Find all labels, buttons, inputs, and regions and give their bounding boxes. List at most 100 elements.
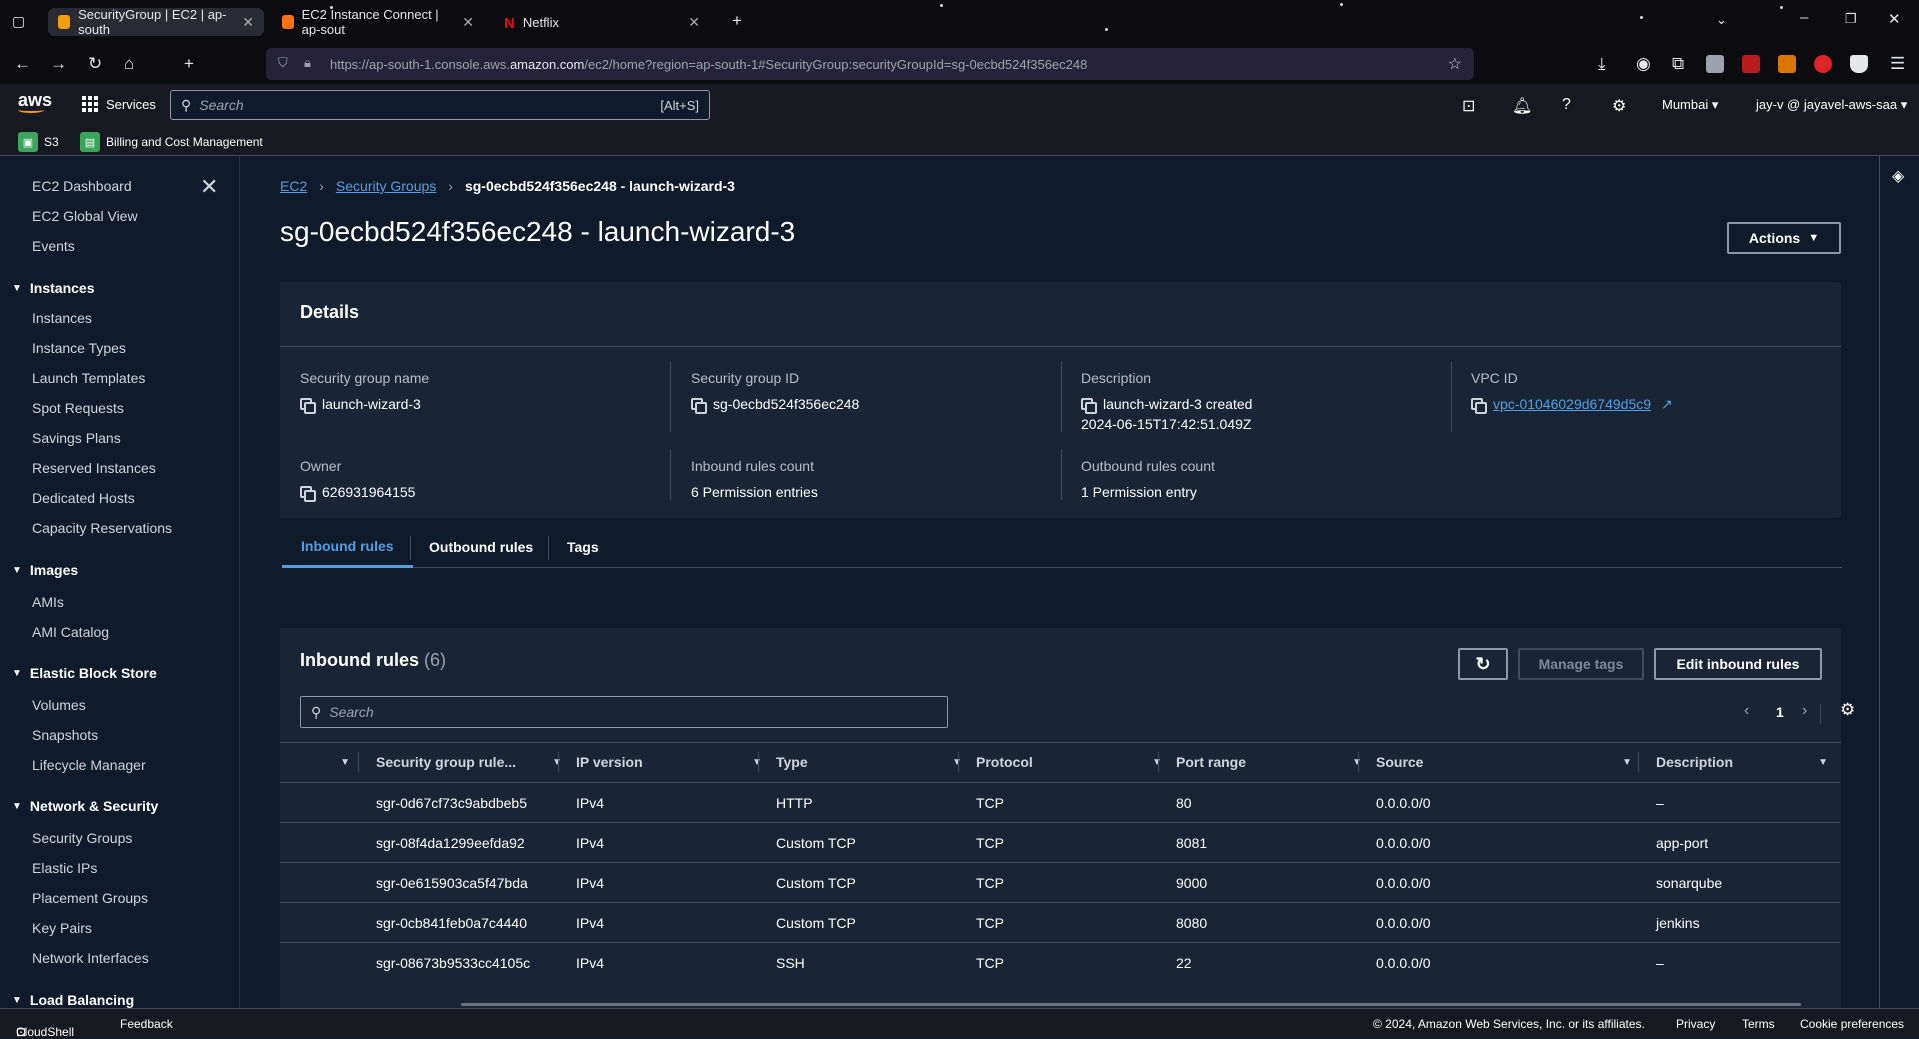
bookmark-star-icon[interactable]: ☆ <box>1448 54 1462 74</box>
account-menu[interactable]: jay-v @ jayavel-aws-saa ▾ <box>1756 97 1907 113</box>
favorite-billing[interactable]: ▤ Billing and Cost Management <box>80 132 263 152</box>
info-panel-icon[interactable]: ◈ <box>1892 166 1904 186</box>
sidebar-item-instance-types[interactable]: Instance Types <box>32 340 126 356</box>
column-header-port-range[interactable]: Port range▼ <box>1176 742 1362 782</box>
manage-tags-button[interactable]: Manage tags <box>1518 648 1644 680</box>
close-tab-icon[interactable]: ✕ <box>688 14 700 31</box>
add-icon[interactable]: + <box>184 54 194 74</box>
copy-icon[interactable] <box>300 486 316 502</box>
table-row[interactable]: sgr-08f4da1299eefda92 IPv4 Custom TCP TC… <box>280 822 1840 862</box>
new-tab-icon[interactable]: + <box>732 11 742 31</box>
sidebar-item-instances[interactable]: Instances <box>32 310 92 326</box>
sidebar-item-elastic-ips[interactable]: Elastic IPs <box>32 860 97 876</box>
copy-icon[interactable] <box>691 398 707 414</box>
forward-icon[interactable]: → <box>50 54 67 74</box>
browser-tab-instance-connect[interactable]: EC2 Instance Connect | ap-sout ✕ <box>272 7 484 37</box>
sidebar-section-load-balancing[interactable]: ▼ Load Balancing <box>12 992 134 1008</box>
home-icon[interactable]: ⌂ <box>124 54 134 74</box>
url-bar[interactable]: ⛉ 🔒︎ https://ap-south-1.console.aws. amaz… <box>266 48 1474 80</box>
tab-overview-icon[interactable]: ▢ <box>12 13 25 30</box>
sidebar-section-network-security[interactable]: ▼ Network & Security <box>12 798 158 814</box>
download-icon[interactable]: ⤓ <box>1598 54 1606 74</box>
sidebar-item-key-pairs[interactable]: Key Pairs <box>32 920 92 936</box>
minimize-icon[interactable]: – <box>1800 9 1808 26</box>
youtube-extension-icon[interactable] <box>1814 55 1832 73</box>
copy-icon[interactable] <box>1081 398 1097 414</box>
privacy-link[interactable]: Privacy <box>1676 1017 1715 1031</box>
page-number[interactable]: 1 <box>1776 704 1784 720</box>
copy-icon[interactable] <box>300 398 316 414</box>
sidebar-item-security-groups[interactable]: Security Groups <box>32 830 132 846</box>
tab-inbound-rules[interactable]: Inbound rules <box>282 526 413 568</box>
cloudshell-icon[interactable]: ⊡ <box>1462 96 1475 116</box>
copy-icon[interactable] <box>1471 398 1487 414</box>
sidebar-item-snapshots[interactable]: Snapshots <box>32 727 98 743</box>
select-column-header[interactable]: ▼ <box>300 742 350 782</box>
table-row[interactable]: sgr-0d67cf73c9abdbeb5 IPv4 HTTP TCP 80 0… <box>280 782 1840 822</box>
sidebar-item-ami-catalog[interactable]: AMI Catalog <box>32 624 109 640</box>
restore-icon[interactable]: ❐ <box>1845 11 1857 27</box>
sidebar-item-reserved-instances[interactable]: Reserved Instances <box>32 460 156 476</box>
edit-inbound-rules-button[interactable]: Edit inbound rules <box>1654 648 1822 680</box>
notifications-bell-icon[interactable]: 🔔︎ <box>1512 96 1532 116</box>
aws-logo[interactable]: aws <box>18 90 52 113</box>
sidebar-item-dedicated-hosts[interactable]: Dedicated Hosts <box>32 490 135 506</box>
sidebar-item-placement-groups[interactable]: Placement Groups <box>32 890 148 906</box>
sidebar-section-ebs[interactable]: ▼ Elastic Block Store <box>12 665 157 681</box>
sidebar-section-instances[interactable]: ▼ Instances <box>12 280 95 296</box>
breadcrumb-ec2[interactable]: EC2 <box>280 178 307 194</box>
vpc-id-link[interactable]: vpc-01046029d6749d5c9 <box>1493 396 1651 412</box>
column-header-protocol[interactable]: Protocol▼ <box>976 742 1162 782</box>
table-row[interactable]: sgr-0e615903ca5f47bda IPv4 Custom TCP TC… <box>280 862 1840 902</box>
cookie-preferences-link[interactable]: Cookie preferences <box>1800 1017 1904 1031</box>
extension-icon[interactable] <box>1742 55 1760 73</box>
browser-tab-netflix[interactable]: N Netflix ✕ <box>494 8 710 36</box>
sidebar-item-ec2-global-view[interactable]: EC2 Global View <box>32 208 138 224</box>
reload-icon[interactable]: ↻ <box>88 54 102 74</box>
extension-icon[interactable] <box>1706 55 1724 73</box>
sidebar-item-ec2-dashboard[interactable]: EC2 Dashboard <box>32 178 132 194</box>
global-search-input[interactable]: ⚲ Search [Alt+S] <box>170 90 710 120</box>
region-selector[interactable]: Mumbai ▾ <box>1662 97 1718 113</box>
tab-tags[interactable]: Tags <box>548 526 618 568</box>
sidebar-item-lifecycle-manager[interactable]: Lifecycle Manager <box>32 757 146 773</box>
column-header-ip-version[interactable]: IP version▼ <box>576 742 762 782</box>
sidebar-item-volumes[interactable]: Volumes <box>32 697 86 713</box>
horizontal-scrollbar[interactable] <box>461 1003 1801 1006</box>
close-sidebar-icon[interactable]: ✕ <box>200 174 218 200</box>
account-icon[interactable]: ◉ <box>1636 54 1651 74</box>
previous-page-icon[interactable]: ‹ <box>1744 702 1749 720</box>
close-tab-icon[interactable]: ✕ <box>462 14 474 31</box>
shield-extension-icon[interactable] <box>1850 55 1868 73</box>
breadcrumb-security-groups[interactable]: Security Groups <box>336 178 436 194</box>
column-header-description[interactable]: Description ▼ <box>1656 742 1828 782</box>
feedback-link[interactable]: Feedback <box>120 1017 173 1031</box>
menu-icon[interactable]: ☰ <box>1890 54 1905 74</box>
favorite-s3[interactable]: ▣ S3 <box>18 132 59 152</box>
sidebar-section-images[interactable]: ▼ Images <box>12 562 78 578</box>
back-icon[interactable]: ← <box>14 54 31 74</box>
column-header-source[interactable]: Source ▼ <box>1376 742 1632 782</box>
sidebar-item-launch-templates[interactable]: Launch Templates <box>32 370 145 386</box>
list-tabs-icon[interactable]: ⌄ <box>1716 12 1727 28</box>
help-icon[interactable]: ? <box>1562 96 1571 114</box>
sidebar-item-savings-plans[interactable]: Savings Plans <box>32 430 121 446</box>
tab-outbound-rules[interactable]: Outbound rules <box>410 526 552 568</box>
sidebar-item-spot-requests[interactable]: Spot Requests <box>32 400 124 416</box>
table-row[interactable]: sgr-0cb841feb0a7c4440 IPv4 Custom TCP TC… <box>280 902 1840 942</box>
sidebar-item-capacity-reservations[interactable]: Capacity Reservations <box>32 520 172 536</box>
close-window-icon[interactable]: ✕ <box>1888 10 1901 28</box>
browser-tab-securitygroup[interactable]: SecurityGroup | EC2 | ap-south ✕ <box>48 7 264 37</box>
column-header-type[interactable]: Type▼ <box>776 742 962 782</box>
settings-gear-icon[interactable]: ⚙ <box>1612 96 1626 116</box>
sidebar-item-events[interactable]: Events <box>32 238 75 254</box>
preferences-gear-icon[interactable]: ⚙ <box>1840 700 1855 720</box>
extension-icon[interactable] <box>1778 55 1796 73</box>
close-tab-icon[interactable]: ✕ <box>242 14 254 31</box>
next-page-icon[interactable]: › <box>1802 702 1807 720</box>
rules-search-input[interactable]: ⚲ Search <box>300 696 948 728</box>
table-row[interactable]: sgr-08673b9533cc4105c IPv4 SSH TCP 22 0.… <box>280 942 1840 982</box>
column-header-rule-id[interactable]: Security group rule...▼ <box>376 742 562 782</box>
sidebar-item-amis[interactable]: AMIs <box>32 594 64 610</box>
actions-button[interactable]: Actions ▼ <box>1727 222 1841 254</box>
